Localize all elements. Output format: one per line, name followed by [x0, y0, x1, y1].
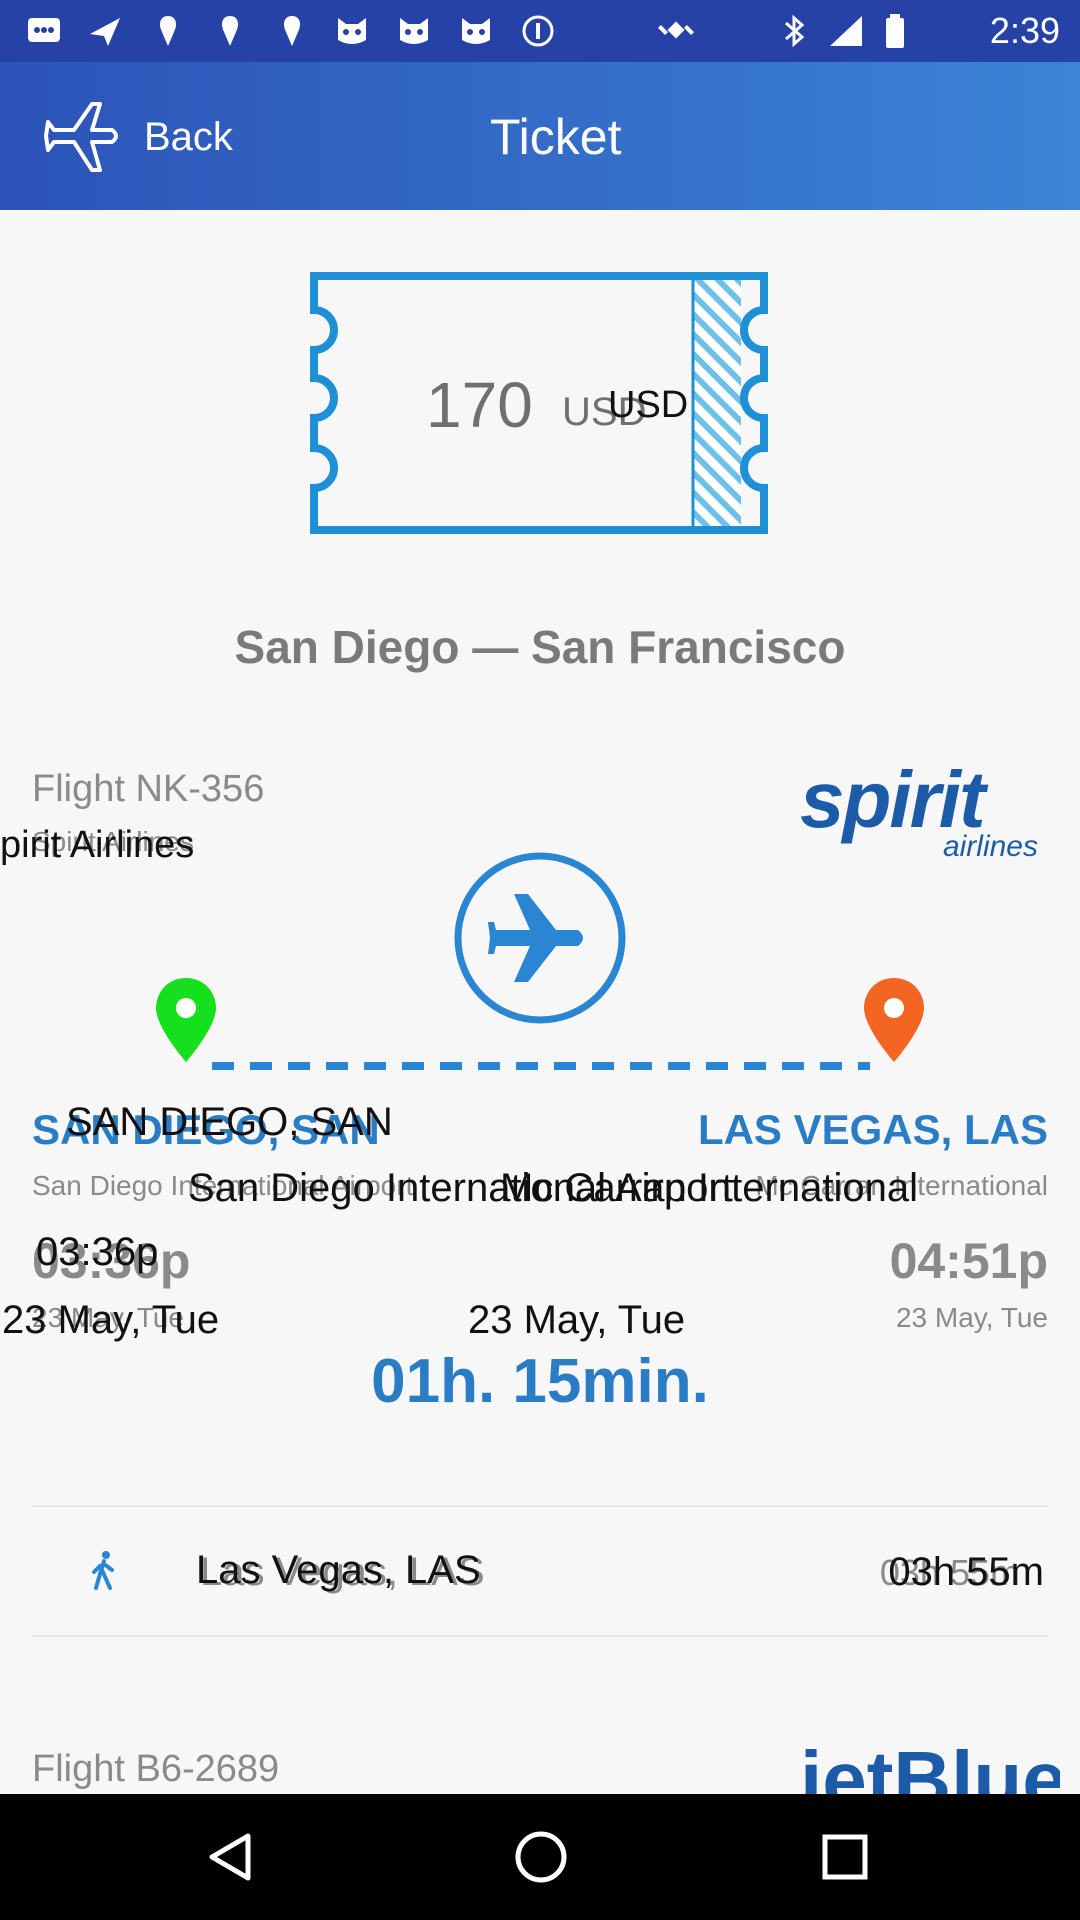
walking-icon: [92, 1551, 114, 1590]
ticket-graphic: [310, 272, 768, 534]
location-pin-icon: [284, 16, 300, 46]
date-overlay-center: 23 May, Tue: [468, 1298, 686, 1342]
page-title: Ticket: [490, 109, 622, 165]
status-bar: 2:39: [0, 0, 1080, 62]
origin-city-overlay: SAN DIEGO, SAN: [66, 1100, 393, 1144]
destination-airport-overlay: Mc Carran International: [500, 1166, 918, 1210]
destination-city: LAS VEGAS, LAS: [697, 1106, 1048, 1153]
battery-icon: [886, 14, 904, 48]
arrival-date: 23 May, Tue: [895, 1302, 1048, 1333]
signal-icon: [830, 16, 862, 46]
cat-icon: [400, 18, 428, 44]
back-button[interactable]: Back: [44, 100, 233, 174]
logo-sub: airlines: [942, 830, 1038, 863]
ticket-price: 170: [426, 369, 533, 441]
home-nav-icon[interactable]: [514, 1830, 568, 1884]
route-title: San Diego — San Francisco: [234, 621, 846, 673]
back-label: Back: [144, 114, 233, 159]
departure-time-overlay: 03:36p: [36, 1230, 159, 1274]
departure-date-overlay: 23 May, Tue: [2, 1298, 220, 1342]
origin-pin-icon: [156, 978, 216, 1062]
recents-nav-icon[interactable]: [822, 1834, 868, 1880]
layover-city-overlay: Las Vegas, LAS: [196, 1548, 481, 1592]
arrival-time: 04:51p: [889, 1233, 1048, 1289]
location-pin-icon: [160, 16, 176, 46]
back-nav-icon[interactable]: [206, 1832, 256, 1882]
cat-icon: [338, 18, 366, 44]
plane-icon: [44, 102, 118, 172]
cat-icon: [462, 18, 490, 44]
spirit-logo: spirit airlines: [800, 755, 1050, 864]
flight-number-2: Flight B6-2689: [32, 1748, 280, 1790]
info-icon: [522, 15, 554, 47]
ticket-currency-overlay: USD: [608, 384, 689, 426]
plane-icon: [488, 894, 583, 982]
navigation-bar: [0, 1794, 1080, 1920]
satellite-icon: [658, 21, 694, 39]
divider: [32, 1505, 1048, 1507]
app-bar: Back Ticket: [0, 62, 1080, 210]
route-graphic: [212, 852, 870, 1070]
jetblue-logo: jetBlue: [800, 1740, 1060, 1794]
chat-icon: [28, 18, 60, 42]
logo-word: spirit: [800, 755, 986, 844]
status-time: 2:39: [989, 10, 1060, 51]
flight-number: Flight NK-356: [32, 768, 265, 810]
plane-icon: [90, 18, 120, 46]
flight-duration: 01h. 15min.: [371, 1347, 709, 1416]
location-pin-icon: [222, 16, 238, 46]
destination-pin-icon: [864, 978, 924, 1062]
layover-time-overlay: 03h 55m: [888, 1550, 1044, 1594]
logo-word-2: jetBlue: [800, 1740, 1060, 1794]
divider: [32, 1635, 1048, 1637]
bluetooth-icon: [785, 14, 805, 48]
